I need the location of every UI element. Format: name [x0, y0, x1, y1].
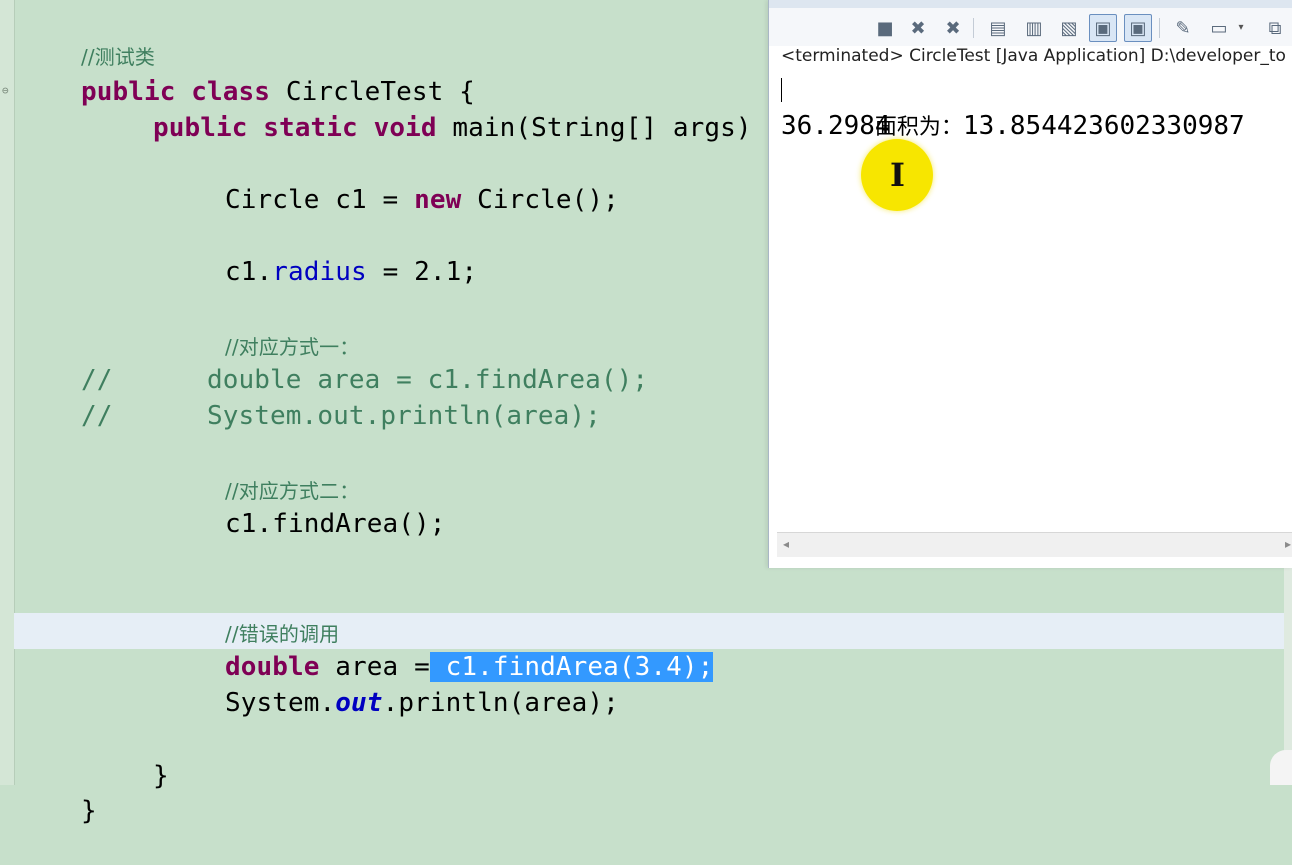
code-line-comment-way-two[interactable]: //对应方式二：: [162, 436, 359, 503]
keyword: void: [373, 113, 453, 143]
show-stdout-icon[interactable]: ▣: [1089, 14, 1117, 42]
console-view: ■ ✖ ✖ ▤ ▥ ▧ ▣ ▣ ✎ ▭ ▾ ⧉ <terminated> Cir…: [768, 0, 1292, 568]
display-console-icon[interactable]: ▭: [1205, 14, 1233, 42]
code-text: Circle c1 =: [225, 185, 415, 215]
clear-console-icon[interactable]: ▤: [984, 14, 1012, 42]
code-line-println-area[interactable]: System.out.println(area);: [162, 649, 619, 718]
output-value: 13.854423602330987: [962, 111, 1245, 141]
code-line-class-decl[interactable]: public class CircleTest {: [18, 38, 475, 107]
code-text: }: [81, 796, 97, 826]
code-text: = 2.1;: [366, 257, 478, 287]
code-text: c1.findArea();: [225, 509, 446, 539]
fold-collapse-icon[interactable]: ⊖: [2, 85, 9, 96]
console-output-line: 面积为：13.854423602330987: [781, 72, 1281, 141]
field-name: radius: [272, 257, 367, 287]
scroll-right-icon[interactable]: ▸: [1285, 537, 1291, 551]
terminate-icon[interactable]: ■: [871, 14, 899, 42]
code-line-close-class[interactable]: }: [18, 757, 97, 826]
code-text: System.: [225, 688, 336, 718]
code-line-comment-wrong-call[interactable]: //错误的调用: [162, 579, 339, 646]
code-line-main-decl[interactable]: public static void main(String[] args): [90, 74, 752, 143]
remove-all-launches-icon[interactable]: ✖: [939, 14, 967, 42]
code-line-close-method[interactable]: }: [90, 722, 169, 791]
code-line-comment-way-one[interactable]: //对应方式一：: [162, 292, 359, 359]
code-line-wrong-call[interactable]: double area = c1.findArea(3.4);: [162, 613, 714, 682]
code-line-findarea-call[interactable]: c1.findArea();: [162, 470, 446, 539]
comment-text: // System.out.println(area);: [81, 401, 601, 431]
code-line-comment-test-class[interactable]: //测试类: [18, 2, 155, 69]
code-text: main(String[] args): [452, 113, 752, 143]
scroll-lock-icon[interactable]: ▥: [1020, 14, 1048, 42]
ibeam-cursor-icon: I: [890, 156, 905, 194]
console-output[interactable]: 面积为：13.854423602330987 36.2984: [781, 72, 1281, 532]
code-text: c1.: [225, 257, 273, 287]
console-toolbar: ■ ✖ ✖ ▤ ▥ ▧ ▣ ▣ ✎ ▭ ▾ ⧉: [769, 8, 1292, 46]
word-wrap-icon[interactable]: ▧: [1055, 14, 1083, 42]
new-console-icon[interactable]: ⧉: [1261, 14, 1289, 42]
toolbar-separator: [1159, 18, 1160, 38]
code-line-commented-area[interactable]: // double area = c1.findArea();: [18, 326, 648, 395]
toolbar-separator: [973, 18, 974, 38]
console-horizontal-scrollbar[interactable]: ◂ ▸: [777, 532, 1292, 557]
console-status-label: <terminated> CircleTest [Java Applicatio…: [781, 46, 1286, 66]
keyword: new: [414, 185, 462, 215]
window-corner: [1270, 750, 1292, 785]
remove-launch-icon[interactable]: ✖: [904, 14, 932, 42]
scroll-left-icon[interactable]: ◂: [783, 537, 789, 551]
pin-console-icon[interactable]: ✎: [1169, 14, 1197, 42]
show-stderr-icon[interactable]: ▣: [1124, 14, 1152, 42]
keyword: public static: [153, 113, 374, 143]
chevron-down-icon[interactable]: ▾: [1235, 14, 1247, 40]
code-text: }: [153, 761, 169, 791]
code-line-radius-assign[interactable]: c1.radius = 2.1;: [162, 218, 477, 287]
code-line-new-circle[interactable]: Circle c1 = new Circle();: [162, 146, 619, 215]
static-field-name: out: [335, 688, 383, 718]
code-text: .println(area);: [382, 688, 619, 718]
editor-ruler: ⊖: [0, 0, 15, 785]
code-text: Circle();: [461, 185, 619, 215]
code-line-commented-println[interactable]: // System.out.println(area);: [18, 362, 601, 431]
